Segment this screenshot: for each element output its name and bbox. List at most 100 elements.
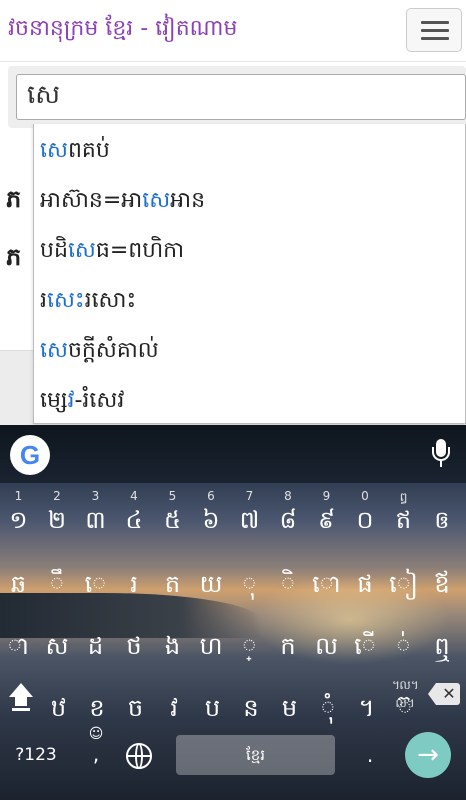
key[interactable]: ឋ (42, 675, 75, 729)
suggestion-item[interactable]: ម្សេវ-រំសេវ (40, 386, 124, 416)
key[interactable]: ន (235, 675, 268, 729)
result-row-char: ភ (6, 243, 22, 271)
key[interactable]: ថ (118, 613, 151, 667)
key-label: ប (204, 694, 221, 722)
key-hint: 7 (245, 489, 254, 503)
suggestion-item[interactable]: អាស៊ាន=អាសេអាន (40, 186, 205, 216)
key-label: ឹ (49, 570, 65, 598)
key[interactable]: ដ (79, 613, 112, 667)
search-container (8, 66, 466, 128)
key-label: ៤ (125, 506, 143, 534)
suggestion-item[interactable]: រសេះរសោះ (40, 286, 136, 316)
key[interactable]: ត (156, 551, 189, 605)
key-label: ើ (354, 632, 376, 660)
key[interactable]: 3៣ (79, 487, 112, 541)
suggestion-suffix: -រំសេវ (74, 388, 125, 413)
key[interactable]: ៘ល។៊ (389, 675, 422, 729)
key-label: ្ (242, 632, 257, 660)
key[interactable]: ម (273, 675, 306, 729)
key-label: ឲ (434, 506, 450, 534)
suggestion-item[interactable]: សេពគប់ (40, 136, 110, 166)
key[interactable]: ឆ (2, 551, 35, 605)
key-label: ់ (396, 632, 411, 660)
key-label: ៧ (239, 506, 260, 534)
suggestion-item[interactable]: បដិសេធ=ពហិកា (40, 236, 184, 266)
key[interactable]: ង (156, 613, 189, 667)
key[interactable]: ឲ (426, 487, 459, 541)
key[interactable]: 9៩ (310, 487, 343, 541)
key-label: ផ (357, 570, 373, 598)
suggestion-prefix: ម្ (40, 388, 68, 413)
key[interactable]: ា (2, 613, 35, 667)
result-row-char: ភ (6, 185, 22, 213)
menu-button[interactable] (406, 8, 462, 52)
key-label: ឥ (395, 506, 412, 534)
key[interactable]: ល (310, 613, 343, 667)
keyboard: G 1 ១ 2 ២ 3 ៣ 4 ៤ 5 ៥ 6 ៦ 7 ៧ 8 ៨ 9 ៩ 0 ០ឰឥឲឆឹេរតយុិោផៀឪាសដ… (0, 425, 466, 800)
key[interactable]: ់ (387, 613, 420, 667)
key[interactable]: ោ (310, 551, 343, 605)
key[interactable]: ឰឥ (387, 487, 420, 541)
google-logo-button[interactable]: G (10, 435, 50, 475)
key[interactable]: 0០ (349, 487, 382, 541)
suggestion-item[interactable]: សេចក្ដីសំគាល់ (40, 336, 159, 366)
comma-key[interactable]: ☺ , (84, 725, 108, 775)
key[interactable]: 2២ (41, 487, 74, 541)
key[interactable]: ឪ (426, 551, 459, 605)
key-label: ស (45, 632, 69, 660)
globe-icon[interactable] (126, 743, 152, 769)
backspace-icon (428, 683, 436, 705)
shift-icon-base (12, 708, 30, 711)
backspace-key[interactable]: ✕ (428, 683, 460, 705)
key-label: ឪ (434, 570, 450, 598)
app-header: វចនានុក្រម ខ្មែរ - វៀតណាម (0, 0, 466, 62)
symbols-key[interactable]: ?123 (10, 743, 62, 767)
key[interactable]: ច (119, 675, 152, 729)
search-input[interactable] (16, 74, 466, 120)
enter-key[interactable]: → (405, 732, 451, 778)
key[interactable]: ឹ (41, 551, 74, 605)
key-hint: 2 (53, 489, 61, 503)
key[interactable]: ុំ (312, 675, 345, 729)
key[interactable]: 7៧ (233, 487, 266, 541)
shift-key[interactable] (6, 683, 36, 713)
key[interactable]: 8៨ (272, 487, 305, 541)
key-label: ា (7, 632, 30, 660)
key[interactable]: 6៦ (195, 487, 228, 541)
key-label: ឋ (50, 694, 67, 722)
key-label: ិ (280, 570, 296, 598)
space-key[interactable]: ខ្មែរ (176, 735, 335, 775)
suggestion-match: សេ (142, 188, 171, 213)
key[interactable]: 5៥ (156, 487, 189, 541)
key[interactable]: ប (196, 675, 229, 729)
key[interactable]: វ (158, 675, 191, 729)
key[interactable]: េ (79, 551, 112, 605)
key[interactable]: ្ (233, 613, 266, 667)
key-label: ៣ (85, 506, 106, 534)
key[interactable]: 4៤ (118, 487, 151, 541)
key-hint: 6 (207, 489, 215, 503)
key[interactable]: ុ (233, 551, 266, 605)
key[interactable]: 1១ (2, 487, 35, 541)
key[interactable]: ឮ (426, 613, 459, 667)
key-label: ុំ (320, 694, 336, 722)
suggestion-match: សេ (40, 338, 68, 363)
key[interactable]: ិ (272, 551, 305, 605)
key[interactable]: ហ (195, 613, 228, 667)
hamburger-icon-bar (421, 37, 449, 40)
key-label: ន (243, 694, 259, 722)
key[interactable]: ើ (349, 613, 382, 667)
key[interactable]: ៀ (387, 551, 420, 605)
key[interactable]: ខ (81, 675, 114, 729)
key[interactable]: ក (272, 613, 305, 667)
globe-icon-equator (128, 755, 150, 757)
suggestion-prefix: អាស៊ាន=អា (40, 188, 143, 213)
key[interactable]: រ (118, 551, 151, 605)
mic-icon[interactable] (430, 439, 452, 469)
period-key[interactable]: . (358, 743, 382, 767)
key[interactable]: ។ (350, 675, 383, 729)
key[interactable]: យ (195, 551, 228, 605)
key[interactable]: ស (41, 613, 74, 667)
key-label: វ (170, 694, 178, 722)
key[interactable]: ផ (349, 551, 382, 605)
